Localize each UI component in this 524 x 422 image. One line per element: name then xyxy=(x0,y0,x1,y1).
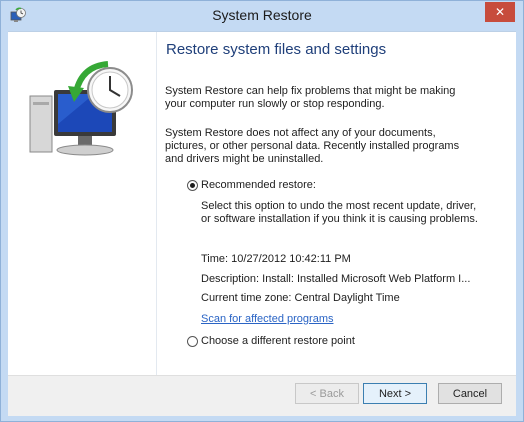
notice-text: System Restore does not affect any of yo… xyxy=(165,127,460,165)
cancel-button[interactable]: Cancel xyxy=(438,383,502,404)
next-button[interactable]: Next > xyxy=(363,383,427,404)
different-restore-point-radio[interactable] xyxy=(187,336,198,347)
different-restore-point-label[interactable]: Choose a different restore point xyxy=(201,335,355,347)
restore-timezone: Current time zone: Central Daylight Time xyxy=(201,292,400,304)
restore-time: Time: 10/27/2012 10:42:11 PM xyxy=(201,253,351,265)
close-button[interactable]: ✕ xyxy=(485,2,515,22)
content-area: Restore system files and settings System… xyxy=(8,31,516,376)
intro-text: System Restore can help fix problems tha… xyxy=(165,85,456,110)
restore-description: Description: Install: Installed Microsof… xyxy=(201,273,471,285)
scan-affected-programs-link[interactable]: Scan for affected programs xyxy=(201,313,333,325)
button-bar: < Back Next > Cancel xyxy=(8,375,516,416)
page-title: Restore system files and settings xyxy=(166,41,387,58)
back-button[interactable]: < Back xyxy=(295,383,359,404)
recommended-restore-radio[interactable] xyxy=(187,180,198,191)
panel-divider xyxy=(156,32,157,376)
window-title: System Restore xyxy=(212,7,312,23)
system-restore-monitor-clock-icon xyxy=(24,52,144,162)
recommended-description: Select this option to undo the most rece… xyxy=(201,200,478,225)
system-restore-window: System Restore ✕ Restore system files an… xyxy=(0,0,524,422)
left-panel xyxy=(8,32,156,376)
title-bar[interactable]: System Restore ✕ xyxy=(1,1,523,31)
right-panel: Restore system files and settings System… xyxy=(165,32,510,376)
recommended-restore-label[interactable]: Recommended restore: xyxy=(201,179,316,191)
